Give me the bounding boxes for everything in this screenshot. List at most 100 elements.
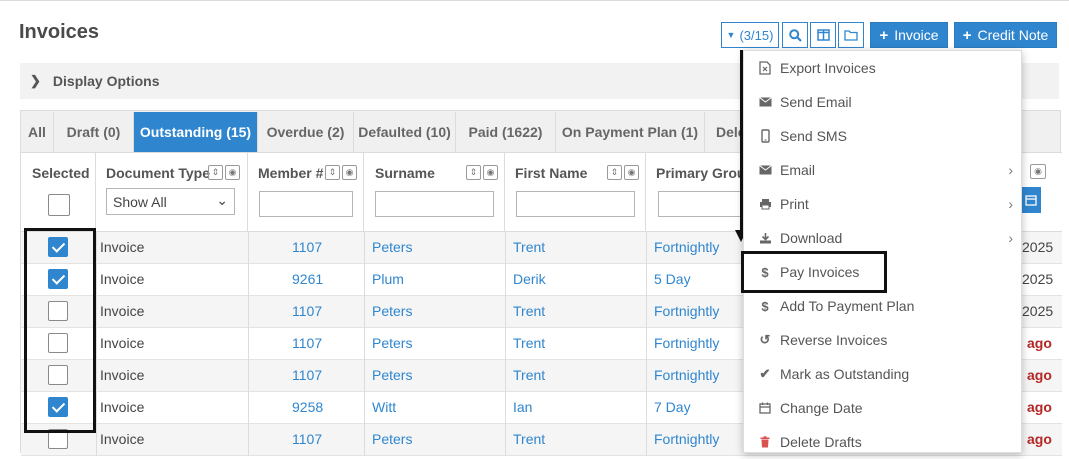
header-primary-group-label: Primary Grou xyxy=(656,165,746,181)
member-filter-input[interactable] xyxy=(259,191,353,217)
cell-primary-group[interactable]: Fortnightly xyxy=(654,232,719,264)
new-credit-note-label: Credit Note xyxy=(977,27,1049,43)
eye-icon[interactable]: ◉ xyxy=(1030,164,1046,179)
cell-primary-group[interactable]: Fortnightly xyxy=(654,328,719,360)
eye-icon[interactable]: ◉ xyxy=(483,165,498,180)
tab-draft[interactable]: Draft (0) xyxy=(54,112,134,152)
cell-first-name[interactable]: Trent xyxy=(513,424,545,456)
cell-primary-group[interactable]: 7 Day xyxy=(654,392,691,424)
cell-surname[interactable]: Peters xyxy=(372,424,412,456)
menu-item-label: Delete Drafts xyxy=(780,434,862,450)
header-selected-label: Selected xyxy=(32,165,90,181)
search-button[interactable] xyxy=(782,22,808,48)
sort-icon[interactable]: ⇕ xyxy=(607,165,622,180)
eye-icon[interactable]: ◉ xyxy=(624,165,639,180)
cell-member[interactable]: 9258 xyxy=(292,392,323,424)
menu-item-add-to-payment-plan[interactable]: $ Add To Payment Plan xyxy=(744,289,1023,323)
envelope-icon xyxy=(758,165,772,175)
cell-member[interactable]: 1107 xyxy=(292,296,322,328)
menu-item-send-email[interactable]: Send Email xyxy=(744,85,1023,119)
menu-item-change-date[interactable]: Change Date xyxy=(744,391,1023,425)
header-surname-label: Surname xyxy=(375,165,435,181)
plus-icon: + xyxy=(879,26,889,44)
new-invoice-button[interactable]: + Invoice xyxy=(870,22,948,48)
cell-member[interactable]: 1107 xyxy=(292,360,322,392)
menu-item-send-sms[interactable]: Send SMS xyxy=(744,119,1023,153)
cell-surname[interactable]: Peters xyxy=(372,328,412,360)
menu-item-print[interactable]: Print › xyxy=(744,187,1023,221)
page-title: Invoices xyxy=(19,21,100,43)
eye-icon[interactable]: ◉ xyxy=(342,165,357,180)
sort-icon[interactable]: ⇕ xyxy=(325,165,340,180)
cell-date-ago: ago xyxy=(1027,367,1052,383)
menu-item-mark-as-outstanding[interactable]: ✔ Mark as Outstanding xyxy=(744,357,1023,391)
cell-primary-group[interactable]: Fortnightly xyxy=(654,424,719,456)
tab-all[interactable]: All xyxy=(21,112,54,152)
sort-icon[interactable]: ⇕ xyxy=(208,165,223,180)
cell-document-type: Invoice xyxy=(100,303,145,319)
cell-surname[interactable]: Peters xyxy=(372,232,412,264)
menu-item-label: Change Date xyxy=(780,400,863,416)
surname-filter-input[interactable] xyxy=(375,191,494,217)
menu-item-delete-drafts[interactable]: Delete Drafts xyxy=(744,425,1023,459)
sort-icon[interactable]: ⇕ xyxy=(466,165,481,180)
cell-member[interactable]: 9261 xyxy=(292,264,323,296)
tab-overdue[interactable]: Overdue (2) xyxy=(258,112,354,152)
document-type-filter-select[interactable]: Show All ⌄ xyxy=(106,188,235,215)
menu-item-email[interactable]: Email › xyxy=(744,153,1023,187)
cell-primary-group[interactable]: 5 Day xyxy=(654,264,691,296)
date-filter-button[interactable] xyxy=(1020,187,1041,213)
tab-defaulted[interactable]: Defaulted (10) xyxy=(354,112,456,152)
file-excel-icon xyxy=(758,61,772,75)
menu-item-label: Send SMS xyxy=(780,128,847,144)
cell-member[interactable]: 1107 xyxy=(292,328,322,360)
cell-member[interactable]: 1107 xyxy=(292,424,322,456)
chevron-down-icon: ⌄ xyxy=(216,192,228,208)
menu-item-export-invoices[interactable]: Export Invoices xyxy=(744,51,1023,85)
calendar-icon xyxy=(1024,195,1037,206)
cell-surname[interactable]: Plum xyxy=(372,264,404,296)
folder-button[interactable] xyxy=(838,22,864,48)
cell-first-name[interactable]: Trent xyxy=(513,296,545,328)
cell-date: 2025 xyxy=(1022,303,1054,319)
first-name-filter-input[interactable] xyxy=(516,191,635,217)
cell-first-name[interactable]: Ian xyxy=(513,392,532,424)
tab-on-payment-plan[interactable]: On Payment Plan (1) xyxy=(556,112,705,152)
new-invoice-label: Invoice xyxy=(894,27,939,43)
cell-first-name[interactable]: Derik xyxy=(513,264,546,296)
columns-icon xyxy=(816,29,830,41)
pay-invoices-highlight-box xyxy=(741,251,887,293)
eye-icon[interactable]: ◉ xyxy=(225,165,240,180)
bulk-actions-dropdown-button[interactable]: ▼ (3/15) xyxy=(721,22,779,48)
mobile-icon xyxy=(758,129,772,143)
cell-member[interactable]: 1107 xyxy=(292,232,322,264)
cell-document-type: Invoice xyxy=(100,367,145,383)
filter-count: (3/15) xyxy=(739,27,774,43)
cell-surname[interactable]: Peters xyxy=(372,360,412,392)
primary-group-filter-input[interactable] xyxy=(658,191,748,217)
new-credit-note-button[interactable]: + Credit Note xyxy=(954,22,1057,48)
cell-first-name[interactable]: Trent xyxy=(513,232,545,264)
bulk-actions-menu: Export Invoices Send Email Send SMS Emai… xyxy=(741,50,1023,453)
cell-first-name[interactable]: Trent xyxy=(513,360,545,392)
trash-icon xyxy=(758,436,772,448)
menu-item-download[interactable]: Download › xyxy=(744,221,1023,255)
selection-highlight-box xyxy=(24,228,96,433)
cell-document-type: Invoice xyxy=(100,239,145,255)
cell-first-name[interactable]: Trent xyxy=(513,328,545,360)
chevron-right-icon: › xyxy=(1008,196,1013,212)
cell-date: 2025 xyxy=(1022,271,1054,287)
cell-primary-group[interactable]: Fortnightly xyxy=(654,360,719,392)
tab-deleted[interactable]: Dele xyxy=(705,112,746,152)
caret-down-icon: ▼ xyxy=(726,30,736,40)
cell-surname[interactable]: Peters xyxy=(372,296,412,328)
columns-button[interactable] xyxy=(810,22,836,48)
menu-item-label: Export Invoices xyxy=(780,60,876,76)
cell-surname[interactable]: Witt xyxy=(372,392,396,424)
select-all-checkbox[interactable] xyxy=(48,194,70,216)
tab-outstanding[interactable]: Outstanding (15) xyxy=(134,112,258,152)
tab-paid[interactable]: Paid (1622) xyxy=(456,112,556,152)
cell-primary-group[interactable]: Fortnightly xyxy=(654,296,719,328)
menu-item-reverse-invoices[interactable]: ↺ Reverse Invoices xyxy=(744,323,1023,357)
cell-document-type: Invoice xyxy=(100,431,145,447)
